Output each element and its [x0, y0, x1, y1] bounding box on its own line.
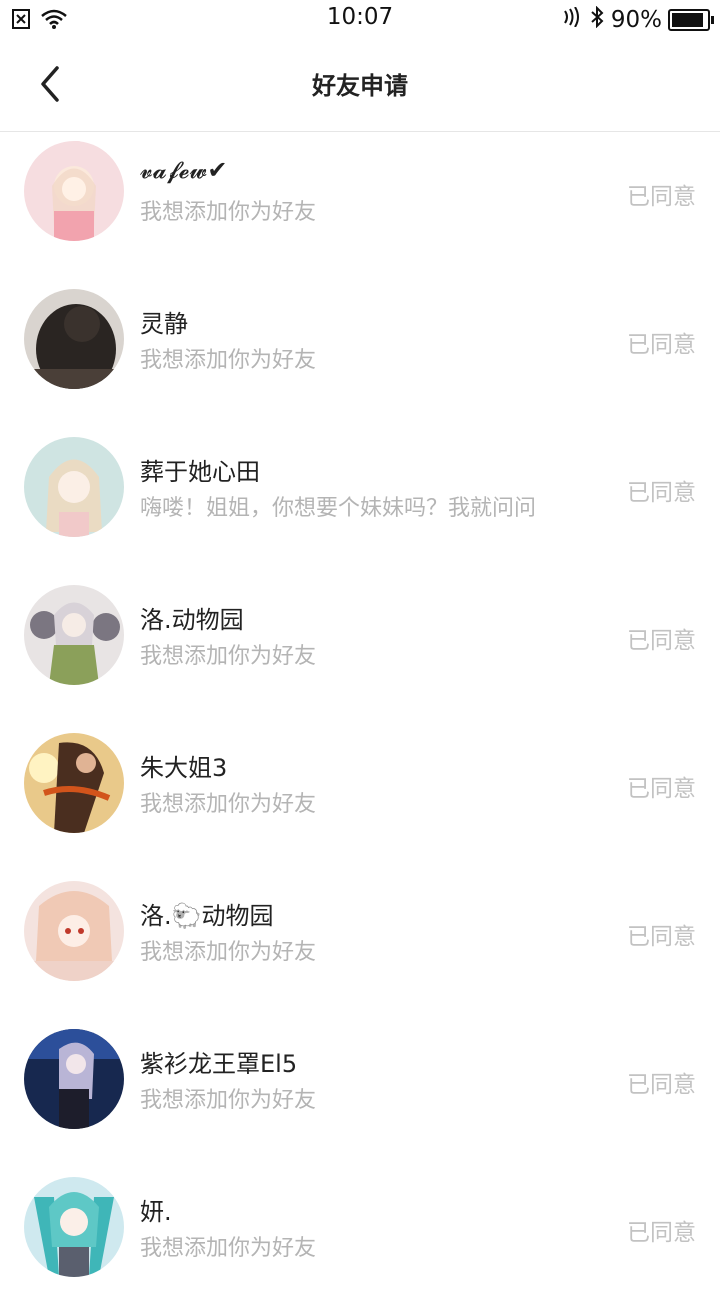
friend-request-item[interactable]: 洛.动物园 我想添加你为好友 已同意: [0, 576, 720, 724]
requester-name: 葬于她心田: [140, 458, 260, 486]
avatar[interactable]: [24, 881, 124, 981]
avatar[interactable]: [24, 289, 124, 389]
friend-request-item[interactable]: 妍. 我想添加你为好友 已同意: [0, 1168, 720, 1316]
friend-request-item[interactable]: 紫衫龙王罩El5 我想添加你为好友 已同意: [0, 1020, 720, 1168]
request-status: 已同意: [627, 332, 696, 358]
nav-bar: 好友申请: [0, 38, 720, 132]
request-message: 我想添加你为好友: [140, 348, 317, 373]
request-status: 已同意: [627, 776, 696, 802]
avatar[interactable]: [24, 141, 124, 241]
status-bar: 10:07 90%: [0, 0, 720, 38]
request-message: 我想添加你为好友: [140, 644, 317, 669]
avatar[interactable]: [24, 437, 124, 537]
requester-name: 洛.🐑动物园: [140, 902, 274, 930]
request-status: 已同意: [627, 628, 696, 654]
friend-request-item[interactable]: 葬于她心田 嗨喽！姐姐，你想要个妹妹吗？我就问问 已同意: [0, 428, 720, 576]
avatar[interactable]: [24, 733, 124, 833]
friend-request-item[interactable]: 灵静 我想添加你为好友 已同意: [0, 280, 720, 428]
bluetooth-icon: [589, 5, 605, 34]
requester-name: 灵静: [140, 310, 188, 338]
nfc-icon: [561, 6, 583, 33]
avatar[interactable]: [24, 585, 124, 685]
request-message: 我想添加你为好友: [140, 200, 317, 225]
request-message: 我想添加你为好友: [140, 792, 317, 817]
requester-name: 妍.: [140, 1198, 172, 1226]
requester-name: 𝓿𝓪𝓯𝓮𝔀✔: [140, 156, 228, 184]
request-message: 我想添加你为好友: [140, 1236, 317, 1261]
requester-name: 朱大姐3: [140, 754, 228, 782]
request-message: 我想添加你为好友: [140, 940, 317, 965]
friend-request-list: 𝓿𝓪𝓯𝓮𝔀✔ 我想添加你为好友 已同意 灵静 我想添加你为好友 已同意 葬于她心…: [0, 132, 720, 1316]
request-message: 嗨喽！姐姐，你想要个妹妹吗？我就问问: [140, 496, 537, 521]
friend-request-item[interactable]: 𝓿𝓪𝓯𝓮𝔀✔ 我想添加你为好友 已同意: [0, 132, 720, 280]
page-title: 好友申请: [312, 72, 408, 100]
request-status: 已同意: [627, 1220, 696, 1246]
battery-percent: 90%: [610, 7, 662, 33]
request-status: 已同意: [627, 924, 696, 950]
friend-request-item[interactable]: 洛.🐑动物园 我想添加你为好友 已同意: [0, 872, 720, 1020]
avatar[interactable]: [24, 1029, 124, 1129]
request-status: 已同意: [627, 1072, 696, 1098]
battery-icon: [668, 9, 714, 31]
friend-request-item[interactable]: 朱大姐3 我想添加你为好友 已同意: [0, 724, 720, 872]
request-status: 已同意: [627, 184, 696, 210]
requester-name: 洛.动物园: [140, 606, 244, 634]
avatar[interactable]: [24, 1177, 124, 1277]
request-status: 已同意: [627, 480, 696, 506]
request-message: 我想添加你为好友: [140, 1088, 317, 1113]
requester-name: 紫衫龙王罩El5: [140, 1050, 298, 1078]
